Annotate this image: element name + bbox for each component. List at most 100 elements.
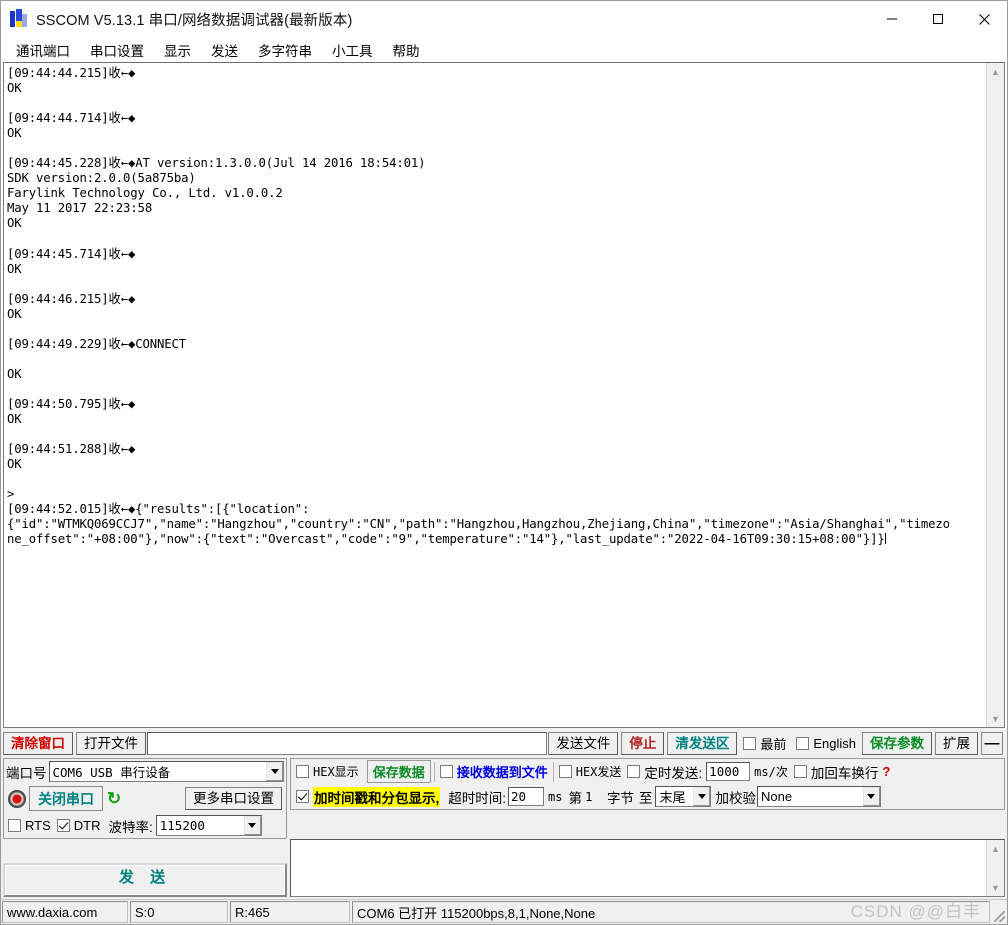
send-file-button[interactable]: 发送文件	[548, 731, 619, 755]
chevron-down-icon[interactable]	[266, 762, 283, 781]
terminal-line: Farylink Technology Co., Ltd. v1.0.0.2	[7, 186, 283, 201]
recv-to-file-checkbox-box[interactable]	[439, 765, 453, 778]
scroll-down-arrow[interactable]: ▼	[987, 710, 1004, 727]
dtr-checkbox[interactable]: DTR	[56, 818, 101, 833]
rts-label: RTS	[25, 818, 51, 833]
open-file-button[interactable]: 打开文件	[76, 731, 146, 755]
status-website[interactable]: www.daxia.com	[2, 901, 128, 923]
topmost-checkbox-box[interactable]	[743, 736, 757, 750]
refresh-ports-icon[interactable]: ↻	[107, 789, 121, 809]
scroll-up-arrow[interactable]: ▲	[987, 63, 1004, 80]
terminal-output[interactable]: [09:44:44.215]收←◆ OK [09:44:44.714]收←◆ OK …	[4, 63, 986, 727]
terminal-line: OK	[7, 412, 22, 427]
english-checkbox-box[interactable]	[796, 736, 810, 750]
byte-label: 字节	[606, 790, 634, 806]
clear-window-button[interactable]: 清除窗口	[3, 731, 73, 755]
checksum-label: 加校验	[715, 790, 756, 806]
extend-button[interactable]: 扩展	[935, 731, 978, 755]
terminal-line: [09:44:49.229]收←◆CONNECT	[7, 336, 186, 351]
window-title: SSCOM V5.13.1 串口/网络数据调试器(最新版本)	[36, 12, 353, 29]
port-number-row: 端口号 COM6 USB 串行设备	[4, 759, 286, 784]
chevron-down-icon[interactable]	[693, 787, 711, 806]
status-received-count: R:465	[230, 901, 350, 923]
hex-send-checkbox-box[interactable]	[558, 765, 572, 778]
menu-item-tools[interactable]: 小工具	[325, 38, 380, 62]
maximize-button[interactable]	[915, 2, 961, 36]
baud-rate-label: 波特率:	[108, 819, 153, 835]
add-crlf-checkbox[interactable]: 加回车换行	[793, 762, 879, 782]
terminal-line: >	[7, 487, 15, 502]
minimize-button[interactable]	[869, 2, 915, 36]
timed-send-label: 定时发送:	[644, 765, 703, 781]
rts-checkbox[interactable]: RTS	[8, 818, 51, 833]
send-area[interactable]: ▲ ▼	[290, 839, 1005, 897]
stop-button[interactable]: 停止	[621, 731, 665, 755]
baud-rate-select[interactable]: 115200	[155, 815, 262, 836]
menu-item-multi-string[interactable]: 多字符串	[251, 38, 319, 62]
status-bar: www.daxia.com S:0 R:465 COM6 已打开 115200b…	[1, 899, 1007, 924]
dtr-label: DTR	[73, 818, 101, 833]
close-button[interactable]	[961, 2, 1007, 36]
add-crlf-label: 加回车换行	[810, 765, 879, 781]
english-checkbox[interactable]: English	[796, 736, 856, 751]
add-crlf-checkbox-box[interactable]	[793, 765, 807, 778]
send-button[interactable]: 发 送	[3, 863, 287, 897]
more-serial-settings-button[interactable]: 更多串口设置	[185, 787, 282, 810]
timed-send-checkbox-box[interactable]	[627, 765, 641, 778]
terminal-line: OK	[7, 216, 22, 231]
terminal-line: OK	[7, 126, 22, 141]
byte-from-input[interactable]: 1	[583, 787, 607, 806]
timestamp-label: 加时间戳和分包显示,	[313, 786, 441, 807]
help-question-icon[interactable]: ?	[882, 764, 890, 779]
timed-send-checkbox[interactable]: 定时发送:	[627, 762, 702, 782]
to-label: 至	[638, 790, 653, 806]
send-textarea[interactable]	[291, 840, 986, 896]
timestamp-checkbox[interactable]: 加时间戳和分包显示,	[296, 786, 441, 807]
menu-item-help[interactable]: 帮助	[386, 38, 427, 62]
receive-area[interactable]: [09:44:44.215]收←◆ OK [09:44:44.714]收←◆ OK …	[3, 62, 1005, 728]
terminal-line: OK	[7, 457, 22, 472]
terminal-line: OK	[7, 306, 22, 321]
topmost-checkbox[interactable]: 最前	[743, 734, 786, 753]
recv-to-file-checkbox[interactable]: 接收数据到文件	[439, 762, 548, 781]
send-scroll-down-arrow[interactable]: ▼	[987, 879, 1004, 896]
chevron-down-icon[interactable]	[862, 787, 880, 806]
terminal-line: [09:44:45.228]收←◆AT version:1.3.0.0(Jul …	[7, 156, 426, 171]
send-scroll-up-arrow[interactable]: ▲	[987, 840, 1004, 857]
port-control-row: 关闭串口 ↻ 更多串口设置	[4, 784, 286, 813]
menu-item-serial-settings[interactable]: 串口设置	[83, 38, 151, 62]
rts-checkbox-box[interactable]	[8, 819, 21, 832]
options-row-1: HEX显示 保存数据 接收数据到文件 HEX发送 定时发送: 1000 ms/次…	[291, 759, 1004, 784]
terminal-line: [09:44:51.288]收←◆	[7, 442, 136, 457]
save-data-button[interactable]: 保存数据	[366, 760, 431, 783]
file-path-input[interactable]	[147, 731, 548, 755]
hex-send-checkbox[interactable]: HEX发送	[558, 763, 621, 780]
close-port-button[interactable]: 关闭串口	[29, 786, 103, 811]
receive-scrollbar[interactable]: ▲ ▼	[986, 63, 1004, 727]
timed-send-interval-input[interactable]: 1000	[706, 762, 751, 781]
clear-send-area-button[interactable]: 清发送区	[667, 731, 738, 755]
port-number-select[interactable]: COM6 USB 串行设备	[48, 761, 284, 782]
chevron-down-icon[interactable]	[243, 816, 261, 835]
byte-to-select[interactable]: 末尾	[655, 786, 712, 807]
dtr-checkbox-box[interactable]	[56, 819, 70, 832]
menu-item-display[interactable]: 显示	[157, 38, 198, 62]
timeout-input[interactable]: 20	[508, 787, 545, 806]
timestamp-checkbox-box[interactable]	[296, 790, 309, 803]
app-logo-icon	[9, 9, 29, 29]
hex-display-checkbox[interactable]: HEX显示	[296, 763, 359, 780]
ms-label: ms	[548, 789, 563, 804]
save-params-button[interactable]: 保存参数	[862, 731, 932, 755]
menu-item-comm-port[interactable]: 通讯端口	[9, 38, 77, 62]
toolbar-row: 清除窗口 打开文件 发送文件 停止 清发送区 最前 English 保存参数 扩…	[1, 728, 1007, 756]
resize-grip[interactable]	[991, 900, 1007, 924]
send-scrollbar[interactable]: ▲ ▼	[986, 840, 1004, 896]
collapse-button[interactable]: —	[981, 731, 1003, 755]
terminal-line: [09:44:44.714]收←◆	[7, 111, 136, 126]
checksum-select[interactable]: None	[756, 786, 881, 807]
menu-item-send[interactable]: 发送	[204, 38, 245, 62]
hex-display-checkbox-box[interactable]	[296, 765, 309, 778]
options-panel: HEX显示 保存数据 接收数据到文件 HEX发送 定时发送: 1000 ms/次…	[290, 758, 1005, 810]
